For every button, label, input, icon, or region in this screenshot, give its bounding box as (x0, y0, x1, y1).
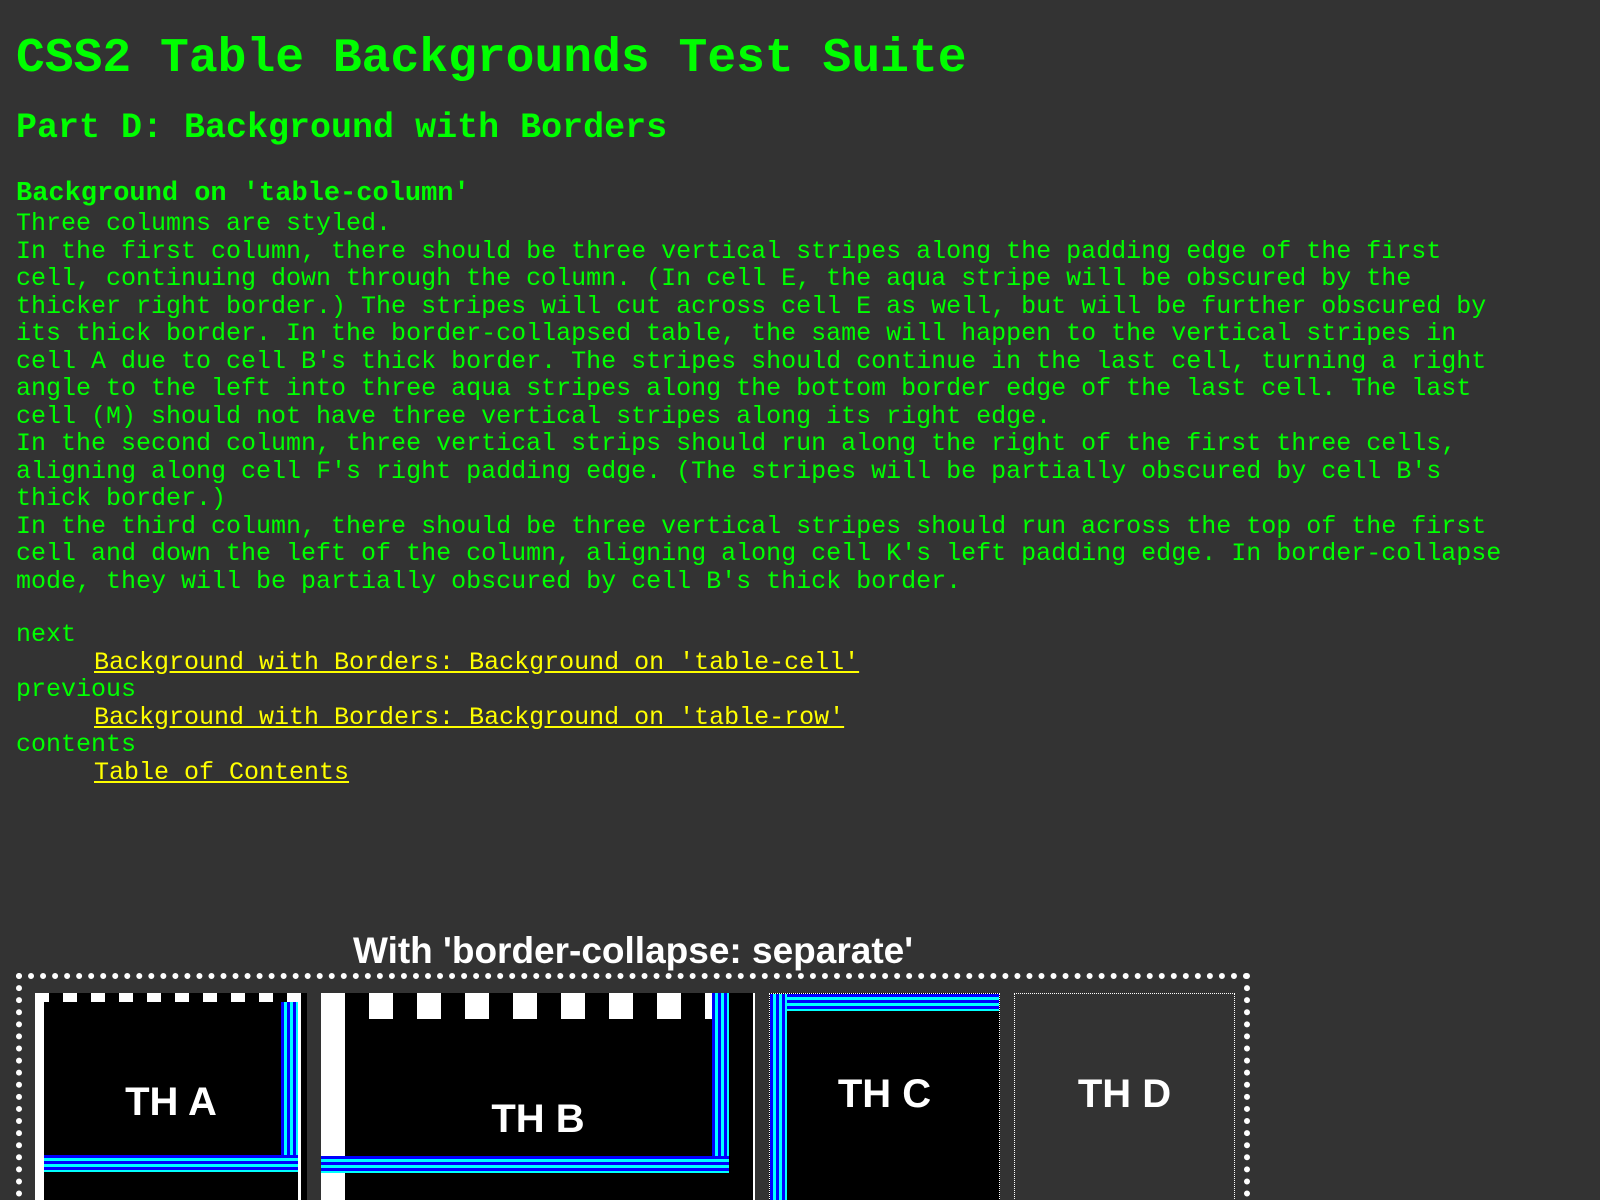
table-cell-a: TH A (35, 993, 307, 1200)
table-cell-b: TH B (321, 993, 755, 1200)
paragraph-line: mode, they will be partially obscured by… (16, 566, 962, 596)
document-body: CSS2 Table Backgrounds Test Suite Part D… (16, 0, 1576, 786)
intro-paragraph: Three columns are styled. (16, 209, 392, 238)
paragraph-line: aligning along cell F's right padding ed… (16, 456, 1442, 486)
first-column-paragraph: In the first column, there should be thr… (16, 236, 1576, 431)
paragraph-line: its thick border. In the border-collapse… (16, 319, 1457, 348)
cell-label: TH A (125, 1080, 217, 1124)
paragraph-line: In the third column, there should be thr… (16, 511, 1487, 541)
section-heading: Background on 'table-column' (16, 179, 470, 209)
next-label: next (16, 620, 77, 649)
navigation-list: next Background with Borders: Background… (16, 621, 1576, 786)
second-column-paragraph: In the second column, three vertical str… (16, 430, 1576, 513)
paragraph-line: cell and down the left of the column, al… (16, 539, 1502, 568)
test-table: TH A TH B TH C TH D (16, 973, 1250, 1200)
cell-label: TH D (1077, 1072, 1172, 1116)
paragraph-line: angle to the left into three aqua stripe… (16, 374, 1472, 403)
contents-link[interactable]: Table of Contents (94, 758, 349, 787)
paragraph-line: In the second column, three vertical str… (16, 429, 1457, 458)
contents-label: contents (16, 730, 137, 759)
paragraph-line: cell, continuing down through the column… (16, 264, 1412, 293)
table-caption: With 'border-collapse: separate' (352, 930, 914, 971)
previous-link[interactable]: Background with Borders: Background on '… (94, 703, 844, 732)
column-stripes (770, 994, 999, 1011)
cell-label: TH C (837, 1072, 932, 1116)
next-link[interactable]: Background with Borders: Background on '… (94, 648, 859, 677)
paragraph-line: thick border.) (16, 484, 227, 513)
table-cell-d: TH D (1014, 993, 1235, 1200)
third-column-paragraph: In the third column, there should be thr… (16, 511, 1576, 596)
column-stripes (44, 1155, 298, 1172)
column-stripes (712, 993, 729, 1173)
previous-label: previous (16, 675, 137, 704)
cell-label: TH B (491, 1097, 585, 1141)
paragraph-line: cell A due to cell B's thick border. The… (16, 346, 1487, 376)
page-title: CSS2 Table Backgrounds Test Suite (16, 32, 967, 86)
paragraph-line: thicker right border.) The stripes will … (16, 291, 1487, 321)
paragraph-line: cell (M) should not have three vertical … (16, 401, 1052, 431)
part-heading: Part D: Background with Borders (16, 108, 668, 148)
table-cell-c: TH C (769, 993, 1000, 1200)
paragraph-line: In the first column, there should be thr… (16, 236, 1442, 266)
column-stripes (321, 1156, 729, 1173)
